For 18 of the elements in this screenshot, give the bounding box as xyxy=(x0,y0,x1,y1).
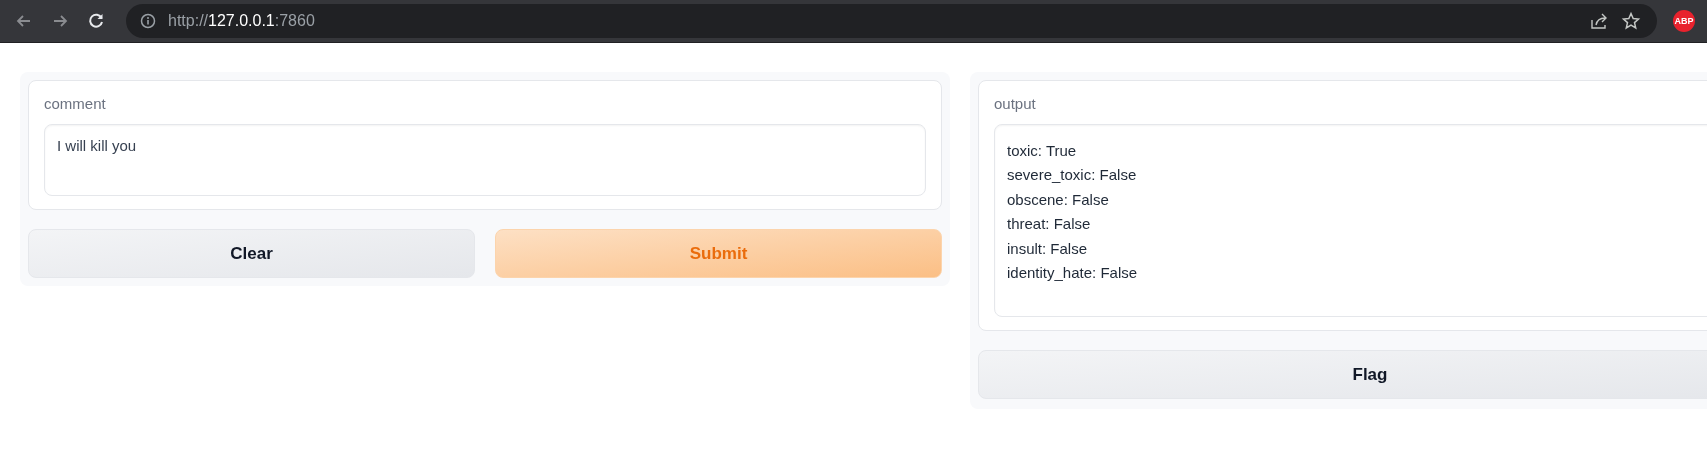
address-bar[interactable]: http://127.0.0.1:7860 xyxy=(126,4,1657,38)
info-icon[interactable] xyxy=(140,13,156,29)
output-line: identity_hate: False xyxy=(1007,263,1139,284)
field-label: output xyxy=(994,95,1037,112)
output-line: severe_toxic: False xyxy=(1007,165,1138,186)
output-line: obscene: False xyxy=(1007,189,1110,210)
share-icon[interactable] xyxy=(1589,11,1609,31)
output-line: threat: False xyxy=(1007,214,1092,235)
star-icon[interactable] xyxy=(1621,11,1641,31)
comment-field[interactable]: I will kill you xyxy=(44,124,926,196)
output-line: toxic: True xyxy=(1007,141,1078,161)
extension-badge[interactable]: ABP xyxy=(1673,10,1695,32)
field-label: comment xyxy=(44,95,107,112)
reload-icon[interactable] xyxy=(86,11,106,31)
clear-button[interactable]: Clear xyxy=(28,229,475,278)
url-text: http://127.0.0.1:7860 xyxy=(168,12,315,30)
output-line: insult: False xyxy=(1007,238,1089,259)
flag-button[interactable]: Flag xyxy=(978,350,1707,399)
